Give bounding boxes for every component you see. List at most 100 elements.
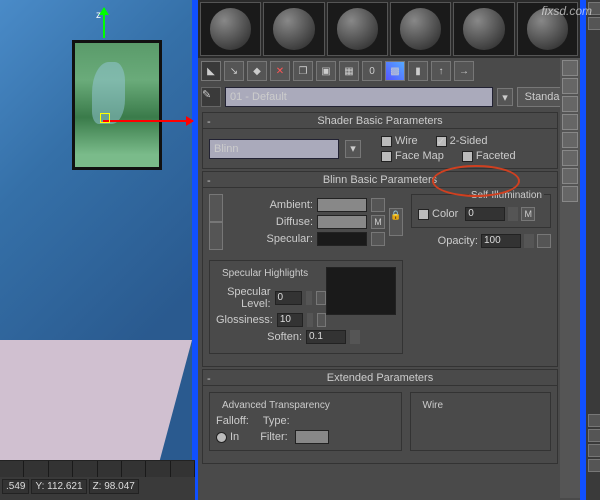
reset-map-button[interactable]: ✕ <box>270 61 290 81</box>
window-object[interactable] <box>72 40 162 170</box>
material-name-bar: ✎ 01 - Default ▾ Standard <box>198 84 580 110</box>
sample-uv-button[interactable] <box>562 114 578 130</box>
rollout-title: Extended Parameters <box>327 372 433 384</box>
collapse-icon: - <box>207 173 211 189</box>
coord-z[interactable]: Z: 98.047 <box>89 479 139 494</box>
material-slot[interactable] <box>453 2 514 56</box>
specular-color-swatch[interactable] <box>317 232 367 246</box>
put-to-library-button[interactable]: ▦ <box>339 61 359 81</box>
falloff-in-radio[interactable]: In Filter: <box>216 430 395 444</box>
background-button[interactable] <box>562 96 578 112</box>
group-title: Self-Illumination <box>469 190 544 201</box>
preview-button[interactable] <box>562 150 578 166</box>
status-bar: .549 Y: 112.621 Z: 98.047 <box>0 460 195 500</box>
gizmo-xy-plane[interactable] <box>100 113 110 123</box>
filter-color-swatch[interactable] <box>295 430 329 444</box>
specular-curve-preview <box>326 267 396 315</box>
coord-x[interactable]: .549 <box>2 479 29 494</box>
make-unique-button[interactable]: ▣ <box>316 61 336 81</box>
get-material-button[interactable]: ◣ <box>201 61 221 81</box>
video-check-button[interactable] <box>562 132 578 148</box>
glossiness-map[interactable] <box>317 313 326 327</box>
rollout-title: Shader Basic Parameters <box>317 115 442 127</box>
shader-drop-button[interactable]: ▾ <box>345 140 361 158</box>
material-name-text: 01 - Default <box>230 91 287 103</box>
gizmo-y-axis[interactable] <box>103 8 105 38</box>
rollout-header[interactable]: - Blinn Basic Parameters <box>203 172 557 188</box>
opacity-spinner[interactable]: 100 <box>481 234 521 248</box>
specular-map-button[interactable] <box>371 232 385 246</box>
rollout-header[interactable]: - Shader Basic Parameters <box>203 113 557 129</box>
blinn-basic-rollout: - Blinn Basic Parameters Ambient: Diffus… <box>202 171 558 367</box>
opacity-map[interactable] <box>537 234 551 248</box>
backlight-button[interactable] <box>562 78 578 94</box>
pick-material-button[interactable]: ✎ <box>201 87 221 107</box>
viewport-3d[interactable]: z <box>0 0 195 500</box>
faceted-checkbox[interactable]: Faceted <box>462 150 516 162</box>
spinner-buttons[interactable] <box>306 291 312 305</box>
stained-glass-texture <box>75 43 159 167</box>
group-title: Specular Highlights <box>220 268 310 279</box>
playback-button[interactable] <box>588 414 600 427</box>
ambient-map-button[interactable] <box>371 198 385 212</box>
coordinate-display: .549 Y: 112.621 Z: 98.047 <box>0 477 195 496</box>
material-toolbar: ◣ ↘ ◆ ✕ ❐ ▣ ▦ 0 ▩ ▮ ↑ → <box>198 58 580 84</box>
self-illum-color-checkbox[interactable]: Color 0 M <box>418 207 544 221</box>
show-end-result-button[interactable]: ▮ <box>408 61 428 81</box>
gizmo-x-axis[interactable] <box>103 120 193 122</box>
spinner-buttons[interactable] <box>350 330 360 344</box>
panel-button[interactable] <box>588 17 600 30</box>
go-forward-button[interactable]: → <box>454 61 474 81</box>
material-name-dropdown[interactable]: 01 - Default <box>225 87 493 107</box>
material-slot[interactable] <box>390 2 451 56</box>
self-illum-spinner[interactable]: 0 <box>465 207 505 221</box>
sample-type-button[interactable] <box>562 60 578 76</box>
coord-y[interactable]: Y: 112.621 <box>31 479 86 494</box>
two-sided-checkbox[interactable]: ✓2-Sided <box>436 135 488 147</box>
glossiness-spinner[interactable]: 10 <box>277 313 303 327</box>
diffuse-color-swatch[interactable] <box>317 215 367 229</box>
group-title: Wire <box>421 400 446 411</box>
group-title: Advanced Transparency <box>220 400 332 411</box>
put-to-scene-button[interactable]: ↘ <box>224 61 244 81</box>
shader-type-dropdown[interactable]: Blinn <box>209 139 339 159</box>
shader-type-value: Blinn <box>214 143 238 155</box>
diffuse-map-button[interactable]: M <box>371 215 385 229</box>
material-slot[interactable] <box>327 2 388 56</box>
make-copy-button[interactable]: ❐ <box>293 61 313 81</box>
ambient-diffuse-lock[interactable] <box>209 194 223 222</box>
go-to-parent-button[interactable]: ↑ <box>431 61 451 81</box>
timeline[interactable] <box>0 461 195 477</box>
material-slot[interactable] <box>263 2 324 56</box>
spinner-buttons[interactable] <box>524 234 534 248</box>
specular-level-spinner[interactable]: 0 <box>275 291 303 305</box>
material-id-button[interactable]: 0 <box>362 61 382 81</box>
color-lock-button[interactable]: 🔒 <box>389 208 403 236</box>
self-illum-map[interactable]: M <box>521 207 535 221</box>
assign-to-selection-button[interactable]: ◆ <box>247 61 267 81</box>
rollout-header[interactable]: - Extended Parameters <box>203 370 557 386</box>
watermark-text: fixsd.com <box>541 4 592 18</box>
ambient-color-swatch[interactable] <box>317 198 367 212</box>
wire-checkbox[interactable]: Wire <box>381 135 418 147</box>
material-side-toolbar <box>560 58 580 498</box>
playback-button[interactable] <box>588 429 600 442</box>
options-button[interactable] <box>562 168 578 184</box>
soften-spinner[interactable]: 0.1 <box>306 330 346 344</box>
specular-level-map[interactable] <box>316 291 326 305</box>
spinner-buttons[interactable] <box>508 207 518 221</box>
diffuse-specular-lock[interactable] <box>209 222 223 250</box>
playback-button[interactable] <box>588 459 600 472</box>
material-slot[interactable] <box>200 2 261 56</box>
select-by-mat-button[interactable] <box>562 186 578 202</box>
spinner-buttons[interactable] <box>307 313 313 327</box>
material-slots <box>198 0 580 58</box>
collapse-icon: - <box>207 371 211 387</box>
material-name-drop-button[interactable]: ▾ <box>497 88 513 106</box>
face-map-checkbox[interactable]: Face Map <box>381 150 444 162</box>
shader-basic-rollout: - Shader Basic Parameters Blinn ▾ Wire ✓… <box>202 112 558 169</box>
playback-button[interactable] <box>588 444 600 457</box>
show-in-viewport-button[interactable]: ▩ <box>385 61 405 81</box>
material-editor: ◣ ↘ ◆ ✕ ❐ ▣ ▦ 0 ▩ ▮ ↑ → ✎ 01 - Default ▾… <box>195 0 583 500</box>
collapse-icon: - <box>207 114 211 130</box>
